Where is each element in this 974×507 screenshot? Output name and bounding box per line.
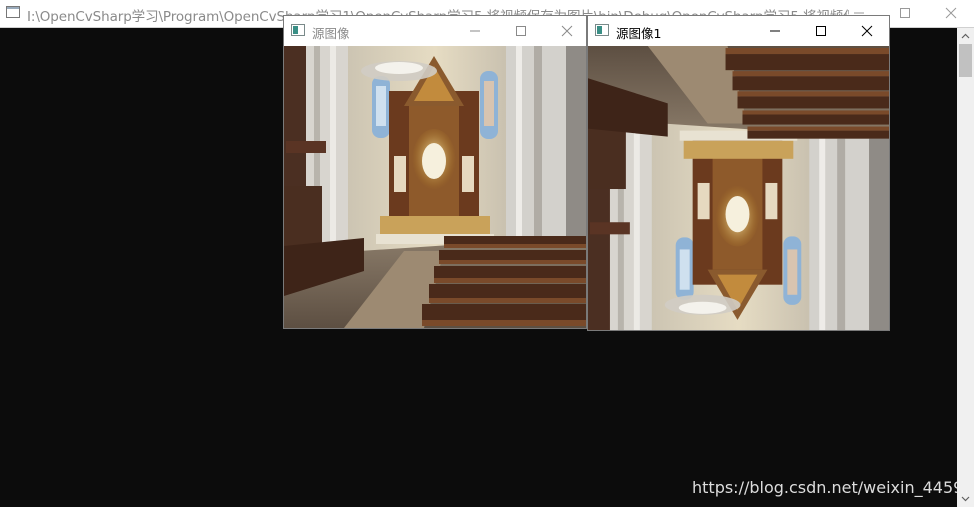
scroll-down-icon[interactable] (957, 491, 974, 507)
close-icon (561, 25, 573, 37)
watermark-text: https://blog.csdn.net/weixin_44597053 (692, 478, 957, 497)
window-minimize-button[interactable] (452, 16, 498, 45)
image-window-source1[interactable]: 源图像1 (587, 15, 890, 331)
window-minimize-button[interactable] (752, 16, 798, 45)
window-close-button[interactable] (544, 16, 590, 45)
image-window-source[interactable]: 源图像 (283, 15, 587, 329)
close-icon (945, 7, 957, 19)
window-close-button[interactable] (844, 16, 890, 45)
maximize-icon (516, 26, 526, 36)
window-maximize-button[interactable] (498, 16, 544, 45)
scroll-thumb[interactable] (959, 44, 972, 77)
minimize-icon (770, 30, 780, 32)
church-image-original (284, 46, 586, 328)
window-maximize-button[interactable] (798, 16, 844, 45)
console-scrollbar[interactable] (957, 28, 974, 507)
console-app-icon (6, 6, 20, 18)
minimize-icon (470, 30, 480, 32)
church-interior-flipped-illustration (588, 46, 889, 330)
close-icon (861, 25, 873, 37)
scroll-up-icon[interactable] (957, 28, 974, 44)
image-window-icon (291, 24, 305, 36)
image-window-icon (595, 24, 609, 36)
church-interior-illustration (284, 46, 586, 328)
maximize-icon (900, 8, 910, 18)
console-close-button[interactable] (928, 0, 974, 27)
church-image-flipped (588, 46, 889, 330)
image-window-title: 源图像 (312, 26, 350, 41)
image-window-title: 源图像1 (616, 26, 662, 41)
maximize-icon (816, 26, 826, 36)
